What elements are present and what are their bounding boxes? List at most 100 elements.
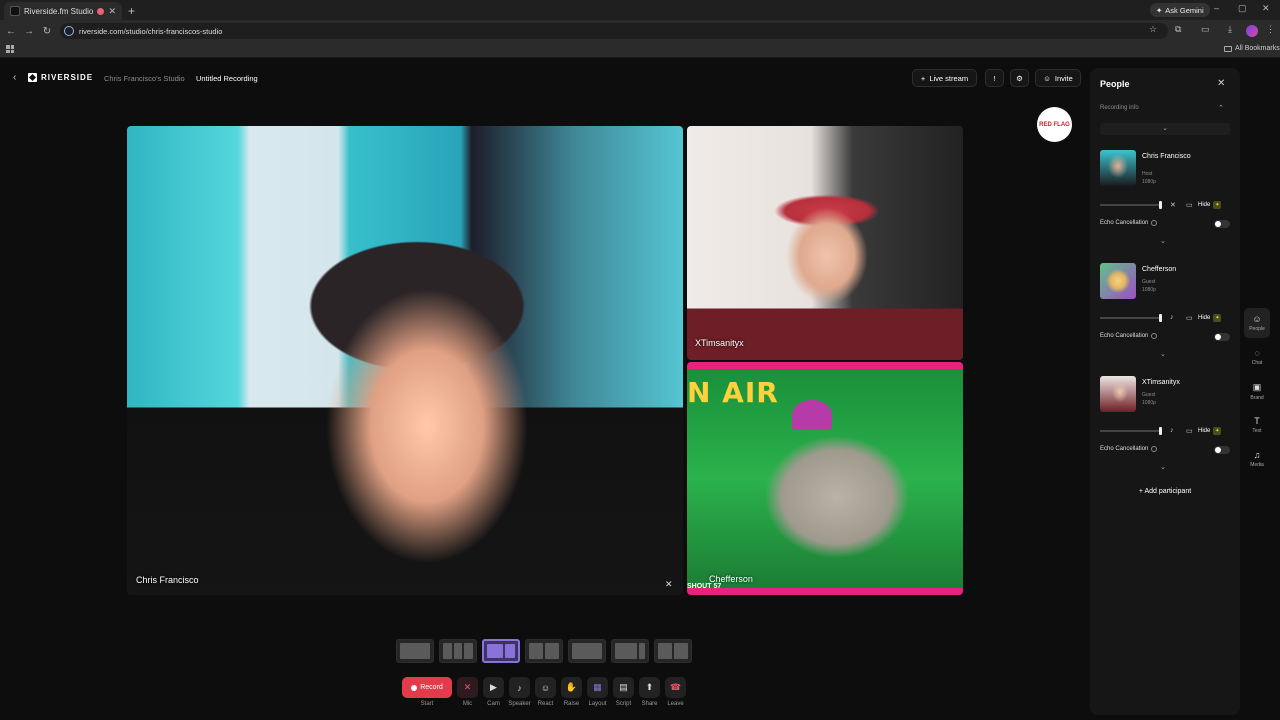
cam-caption: Cam [487, 701, 500, 707]
echo-cancellation: Echo Cancellation [1100, 333, 1158, 339]
mic-muted-icon[interactable]: ✕ [1170, 201, 1176, 209]
layout-option-side-pip[interactable] [611, 639, 649, 663]
layout-option-columns[interactable] [439, 639, 477, 663]
tab-close-icon[interactable]: ✕ [108, 6, 116, 17]
back-chevron-icon[interactable]: ‹ [13, 72, 16, 83]
leave-control: ☎ Leave [665, 677, 686, 707]
rail-item-media[interactable]: ♫ Media [1244, 444, 1270, 474]
leave-button[interactable]: ☎ [665, 677, 686, 698]
layout-option-grid[interactable] [525, 639, 563, 663]
extensions-icon[interactable]: ⧉ [1175, 24, 1181, 35]
profile-avatar[interactable] [1246, 25, 1258, 37]
camera-icon[interactable]: ▭ [1186, 201, 1193, 209]
add-participant-button[interactable]: + Add participant [1100, 488, 1230, 495]
rail-item-people[interactable]: ☺ People [1244, 308, 1270, 338]
new-tab-button[interactable]: + [128, 4, 135, 18]
settings-button[interactable]: ⚙ [1010, 69, 1029, 87]
riverside-logo[interactable]: RIVERSIDE [28, 73, 93, 82]
panel-close-icon[interactable]: ✕ [1217, 78, 1225, 89]
invite-button[interactable]: ☺ Invite [1035, 69, 1081, 87]
hide-label: Hide [1198, 315, 1211, 321]
react-button[interactable]: ☺ [535, 677, 556, 698]
record-button[interactable]: Record [402, 677, 452, 698]
info-icon[interactable] [1151, 333, 1158, 339]
chevron-down-icon[interactable]: ⌄ [1160, 463, 1166, 471]
hide-button[interactable]: Hide ✦ [1198, 200, 1228, 210]
forward-arrow-icon[interactable]: → [20, 26, 38, 37]
video-tile-guest[interactable]: XTimsanityx [687, 126, 963, 360]
all-bookmarks-button[interactable]: All Bookmarks [1224, 45, 1280, 52]
reload-icon[interactable]: ↻ [38, 26, 56, 37]
mic-icon[interactable]: ♪ [1170, 314, 1174, 321]
chevron-down-icon[interactable]: ⌄ [1160, 350, 1166, 358]
volume-slider[interactable] [1100, 314, 1162, 322]
speaker-button[interactable]: ♪ [509, 677, 530, 698]
script-button[interactable]: ▤ [613, 677, 634, 698]
ask-gemini-button[interactable]: ✦ Ask Gemini [1150, 3, 1210, 17]
echo-toggle[interactable] [1214, 220, 1230, 228]
hide-label: Hide [1198, 428, 1211, 434]
mic-button[interactable]: ✕ [457, 677, 478, 698]
layout-option-stack[interactable] [654, 639, 692, 663]
layout-button[interactable]: ▦ [587, 677, 608, 698]
layout-option-main-side[interactable] [482, 639, 520, 663]
layout-icon: ▦ [593, 682, 602, 692]
echo-cancellation: Echo Cancellation [1100, 220, 1158, 226]
address-bar[interactable]: riverside.com/studio/chris-franciscos-st… [60, 23, 1168, 39]
participant-name: Chris Francisco [1142, 153, 1191, 160]
rail-item-brand[interactable]: ▣ Brand [1244, 376, 1270, 406]
brand-icon: ▣ [1252, 381, 1262, 392]
camera-icon[interactable]: ▭ [1186, 314, 1193, 322]
info-icon[interactable] [1151, 220, 1158, 226]
raise-hand-button[interactable]: ✋ [561, 677, 582, 698]
red-flag-logo: RED FLAG [1037, 107, 1072, 142]
back-arrow-icon[interactable]: ← [2, 26, 20, 37]
recording-info-label[interactable]: Recording info [1100, 105, 1139, 111]
volume-slider[interactable] [1100, 427, 1162, 435]
layout-option-solo[interactable] [396, 639, 434, 663]
bookmark-star-icon[interactable]: ☆ [1149, 24, 1157, 35]
participant-resolution: 1080p [1142, 400, 1156, 406]
video-tile-host[interactable]: Chris Francisco [127, 126, 683, 595]
live-stream-button[interactable]: + Live stream [912, 69, 977, 87]
breadcrumb-studio[interactable]: Chris Francisco's Studio [104, 74, 185, 83]
browser-menu-icon[interactable]: ⋮ [1266, 24, 1275, 35]
site-info-icon[interactable] [64, 26, 74, 36]
feedback-button[interactable]: ! [985, 69, 1004, 87]
browser-tab[interactable]: Riverside.fm Studio | Chris ✕ [4, 2, 122, 20]
echo-toggle[interactable] [1214, 446, 1230, 454]
hide-button[interactable]: Hide ✦ [1198, 313, 1228, 323]
rail-item-text[interactable]: T Text [1244, 410, 1270, 440]
chevron-up-icon[interactable]: ⌃ [1218, 104, 1224, 112]
rail-item-chat[interactable]: ◌ Chat [1244, 342, 1270, 372]
chevron-down-icon[interactable]: ⌄ [1160, 237, 1166, 245]
record-dot-icon [411, 684, 418, 691]
hide-button[interactable]: Hide ✦ [1198, 426, 1228, 436]
cam-control: ▶ Cam [483, 677, 504, 707]
red-flag-text: RED FLAG [1039, 121, 1070, 128]
cam-button[interactable]: ▶ [483, 677, 504, 698]
apps-grid-icon[interactable] [6, 45, 14, 53]
window-close-icon[interactable]: ✕ [1262, 3, 1270, 14]
layout-option-pip[interactable] [568, 639, 606, 663]
add-participant-label: Add participant [1144, 488, 1192, 495]
recording-title[interactable]: Untitled Recording [196, 74, 258, 83]
share-button[interactable]: ⬆ [639, 677, 660, 698]
recording-info-expander[interactable]: ⌄ [1100, 123, 1230, 135]
media-icon: ♫ [1253, 450, 1261, 460]
video-tile-guest[interactable]: N AIR SHOUT 57 Chefferson [687, 362, 963, 595]
info-icon[interactable] [1151, 446, 1158, 452]
feedback-icon: ! [993, 73, 996, 83]
smiley-icon: ☺ [540, 682, 551, 693]
mic-icon[interactable]: ♪ [1170, 427, 1174, 434]
echo-toggle[interactable] [1214, 333, 1230, 341]
minimize-icon[interactable]: – [1214, 3, 1219, 13]
camera-icon[interactable]: ▭ [1186, 427, 1193, 435]
gear-icon: ⚙ [1016, 73, 1023, 83]
rail-label: Chat [1251, 360, 1263, 366]
participant-role: Guest [1142, 392, 1156, 398]
maximize-icon[interactable]: ▢ [1238, 3, 1247, 14]
volume-slider[interactable] [1100, 201, 1162, 209]
cast-icon[interactable]: ▭ [1201, 24, 1210, 35]
download-icon[interactable]: ⤓ [1228, 24, 1232, 35]
